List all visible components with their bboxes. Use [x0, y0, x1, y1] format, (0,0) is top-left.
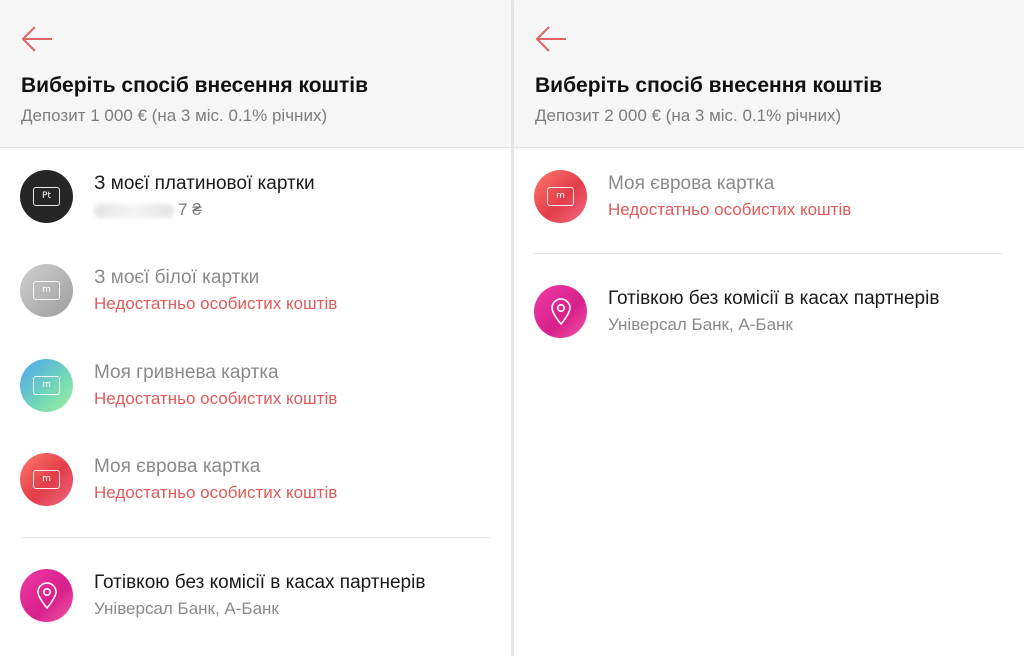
- card-glyph: m: [33, 376, 60, 395]
- option-cash-partners[interactable]: Готівкою без комісії в касах партнерів У…: [0, 569, 511, 649]
- card-glyph: m: [33, 281, 60, 300]
- option-cash-partners[interactable]: Готівкою без комісії в касах партнерів У…: [514, 285, 1024, 365]
- platinum-card-icon: Pt: [20, 170, 73, 223]
- option-title: Готівкою без комісії в касах партнерів: [94, 572, 426, 593]
- insufficient-funds-text: Недостатньо особистих коштів: [94, 389, 338, 408]
- option-title: Моя єврова картка: [608, 173, 775, 194]
- card-glyph: m: [547, 187, 574, 206]
- partner-banks: Універсал Банк, А-Банк: [608, 315, 793, 334]
- left-screen: Виберіть спосіб внесення коштів Депозит …: [0, 0, 511, 656]
- option-title: Готівкою без комісії в касах партнерів: [608, 288, 940, 309]
- option-eur-card[interactable]: m Моя єврова картка Недостатньо особисти…: [514, 170, 1024, 250]
- eur-card-icon: m: [20, 453, 73, 506]
- card-balance: 7 ₴: [94, 200, 202, 220]
- header: Виберіть спосіб внесення коштів Депозит …: [0, 0, 511, 148]
- partner-banks: Універсал Банк, А-Банк: [94, 599, 279, 618]
- option-eur-card[interactable]: m Моя єврова картка Недостатньо особисти…: [0, 453, 511, 533]
- option-white-card[interactable]: m З моєї білої картки Недостатньо особис…: [0, 264, 511, 344]
- insufficient-funds-text: Недостатньо особистих коштів: [94, 294, 338, 313]
- balance-suffix: 7 ₴: [178, 200, 202, 219]
- option-title: Моя гривнева картка: [94, 362, 279, 383]
- back-arrow-icon[interactable]: [534, 24, 568, 54]
- white-card-icon: m: [20, 264, 73, 317]
- insufficient-funds-text: Недостатньо особистих коштів: [608, 200, 852, 219]
- option-platinum-card[interactable]: Pt З моєї платинової картки 7 ₴: [0, 170, 511, 250]
- divider: [21, 537, 490, 538]
- page-subtitle: Депозит 2 000 € (на 3 міс. 0.1% річних): [535, 106, 842, 125]
- card-glyph: m: [33, 470, 60, 489]
- header: Виберіть спосіб внесення коштів Депозит …: [514, 0, 1024, 148]
- divider: [534, 253, 1003, 254]
- location-pin-icon: [20, 569, 73, 622]
- location-pin-icon: [534, 285, 587, 338]
- option-title: З моєї білої картки: [94, 267, 260, 288]
- page-subtitle: Депозит 1 000 € (на 3 міс. 0.1% річних): [21, 106, 328, 125]
- option-title: Моя єврова картка: [94, 456, 261, 477]
- page-title: Виберіть спосіб внесення коштів: [535, 74, 883, 97]
- card-glyph: Pt: [33, 187, 60, 206]
- uah-card-icon: m: [20, 359, 73, 412]
- page-title: Виберіть спосіб внесення коштів: [21, 74, 369, 97]
- back-arrow-icon[interactable]: [20, 24, 54, 54]
- option-uah-card[interactable]: m Моя гривнева картка Недостатньо особис…: [0, 359, 511, 439]
- right-screen: Виберіть спосіб внесення коштів Депозит …: [514, 0, 1024, 656]
- insufficient-funds-text: Недостатньо особистих коштів: [94, 483, 338, 502]
- option-title: З моєї платинової картки: [94, 173, 315, 194]
- eur-card-icon: m: [534, 170, 587, 223]
